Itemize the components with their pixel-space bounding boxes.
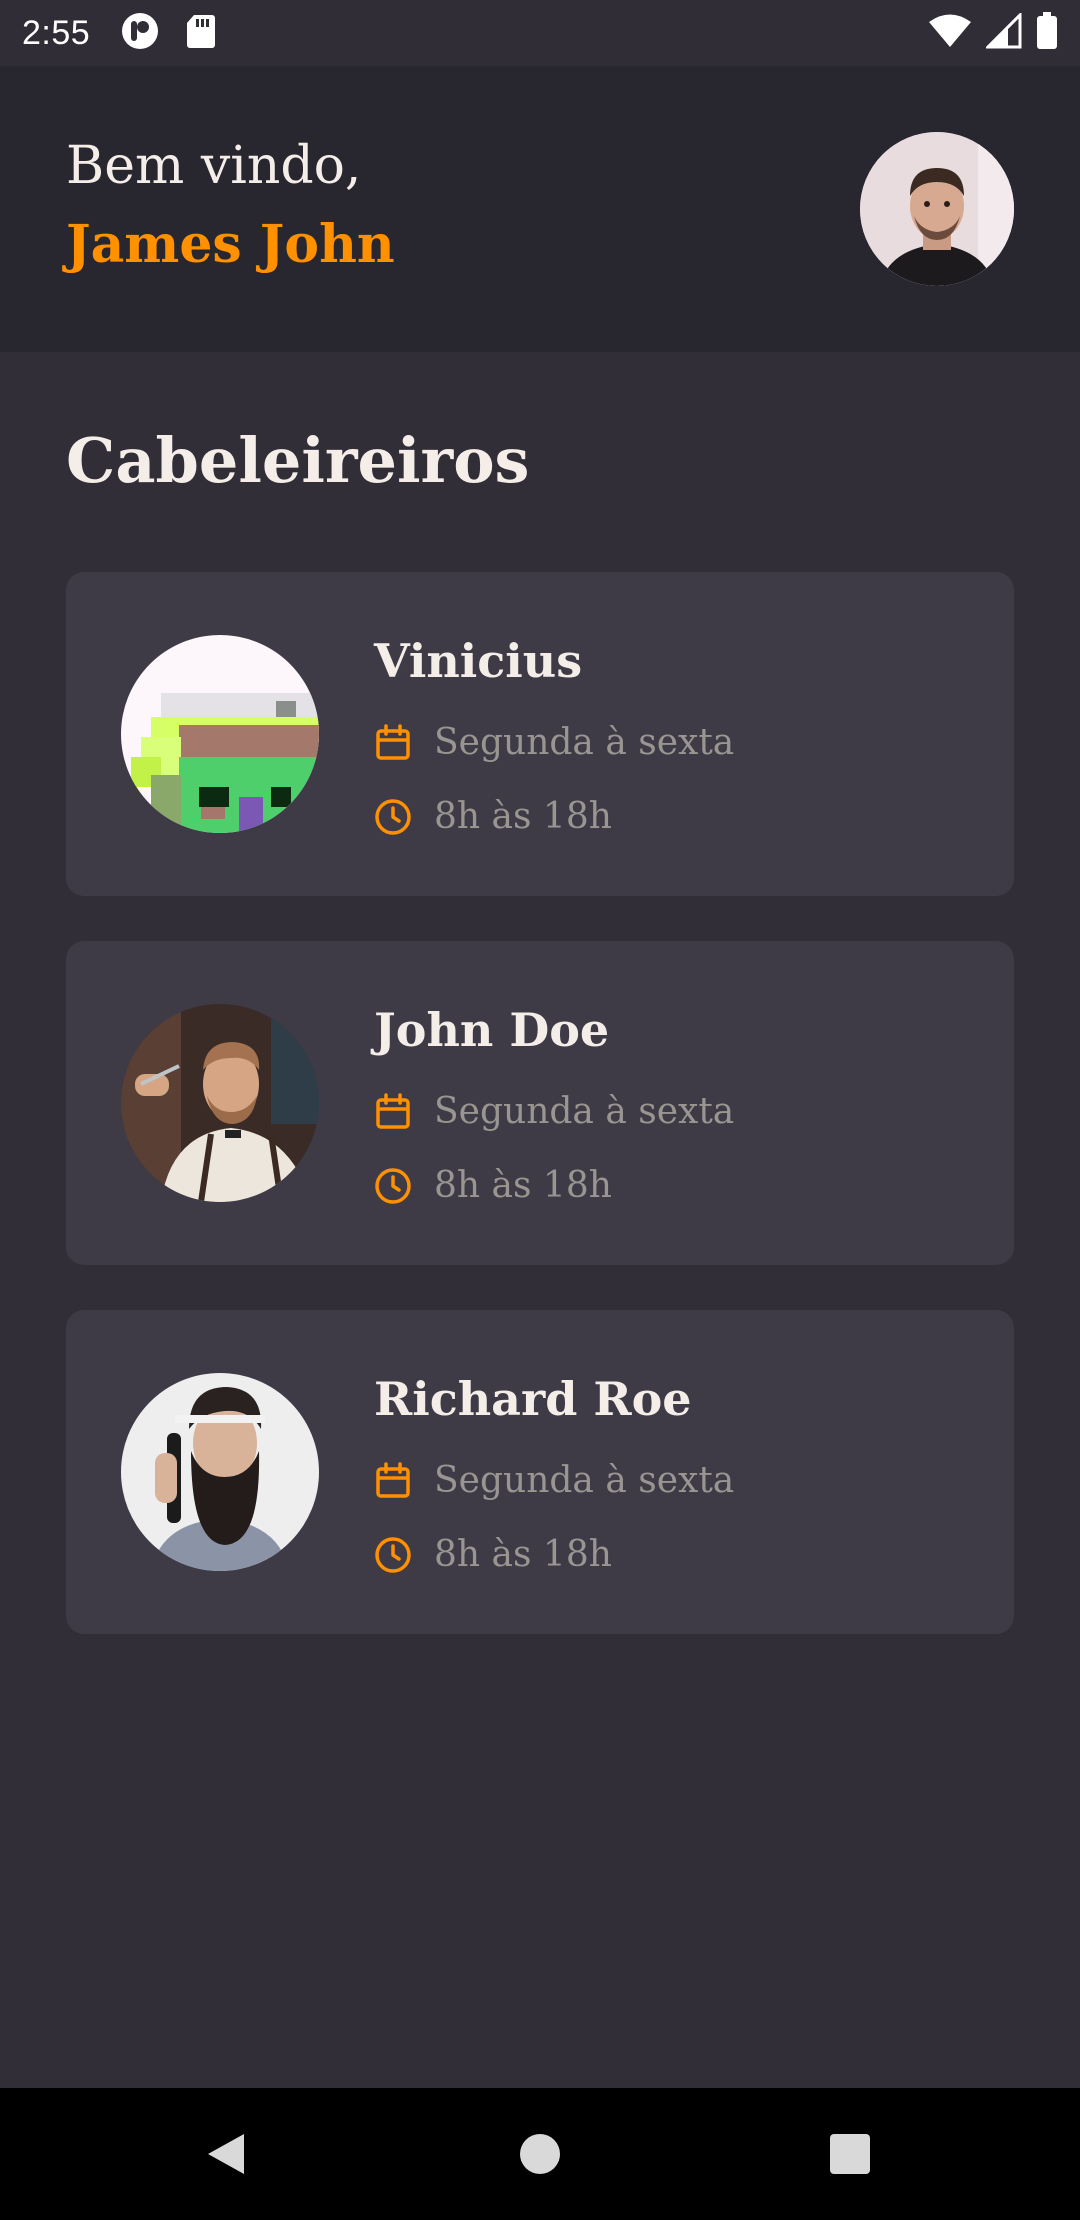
provider-name: Vinicius — [374, 634, 583, 688]
user-avatar[interactable] — [860, 132, 1014, 286]
provider-days: Segunda à sexta — [374, 1460, 734, 1501]
provider-avatar — [121, 1373, 319, 1571]
provider-card[interactable]: John Doe Segunda à sexta 8h às 18h — [66, 941, 1014, 1265]
days-text: Segunda à sexta — [434, 1460, 735, 1501]
signal-icon — [984, 10, 1022, 54]
provider-days: Segunda à sexta — [374, 1091, 734, 1132]
app-notification-icon — [120, 11, 160, 56]
status-time: 2:55 — [22, 13, 91, 52]
clock-icon — [374, 1536, 412, 1574]
hours-text: 8h às 18h — [434, 1534, 612, 1575]
recents-icon[interactable] — [828, 2132, 872, 2180]
provider-name: Richard Roe — [374, 1372, 692, 1426]
provider-hours: 8h às 18h — [374, 1165, 612, 1206]
back-icon[interactable] — [204, 2132, 248, 2180]
header: Bem vindo, James John — [0, 66, 1080, 352]
calendar-icon — [374, 1461, 412, 1500]
home-icon[interactable] — [518, 2132, 562, 2180]
provider-hours: 8h às 18h — [374, 796, 612, 837]
provider-avatar — [121, 1004, 319, 1202]
status-bar: 2:55 — [0, 0, 1080, 66]
hours-text: 8h às 18h — [434, 1165, 612, 1206]
wifi-icon — [928, 13, 972, 54]
provider-card[interactable]: Richard Roe Segunda à sexta 8h às 18h — [66, 1310, 1014, 1634]
calendar-icon — [374, 1092, 412, 1131]
hours-text: 8h às 18h — [434, 796, 612, 837]
welcome-text: Bem vindo, — [66, 136, 362, 196]
clock-icon — [374, 1167, 412, 1205]
provider-hours: 8h às 18h — [374, 1534, 612, 1575]
section-title: Cabeleireiros — [66, 424, 530, 497]
sd-card-icon — [186, 13, 216, 54]
clock-icon — [374, 798, 412, 836]
provider-days: Segunda à sexta — [374, 722, 734, 763]
days-text: Segunda à sexta — [434, 1091, 735, 1132]
calendar-icon — [374, 723, 412, 762]
provider-avatar — [121, 635, 319, 833]
days-text: Segunda à sexta — [434, 722, 735, 763]
user-name[interactable]: James John — [66, 214, 395, 275]
provider-card[interactable]: Vinicius Segunda à sexta 8h às 18h — [66, 572, 1014, 896]
battery-icon — [1036, 11, 1058, 55]
provider-name: John Doe — [374, 1003, 610, 1057]
navigation-bar — [0, 2088, 1080, 2220]
app-screen: 2:55 Bem vindo, James John Cabeleireiros… — [0, 0, 1080, 2220]
